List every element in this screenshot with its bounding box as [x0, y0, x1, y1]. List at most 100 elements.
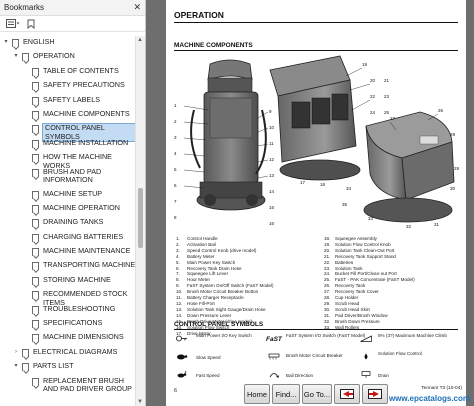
svg-text:28: 28 — [450, 132, 456, 137]
section-title: OPERATION — [174, 10, 224, 20]
svg-text:16: 16 — [269, 221, 275, 226]
bookmark-icon — [32, 154, 39, 163]
bookmark-item[interactable]: MACHINE COMPONENTS — [0, 108, 136, 122]
bookmark-label: MACHINE SETUP — [43, 188, 103, 198]
control-panel-symbols: Main Power I/O Key Switch Slow Speed Fas… — [174, 331, 460, 386]
scrollbar-thumb[interactable] — [138, 188, 143, 248]
svg-text:1: 1 — [174, 103, 177, 108]
bookmark-item[interactable]: CHARGING BATTERIES — [0, 231, 136, 245]
bookmark-item[interactable]: MACHINE OPERATION — [0, 202, 136, 216]
svg-text:12: 12 — [269, 157, 275, 162]
chevron-down-icon[interactable]: ▾ — [2, 38, 10, 46]
bookmark-icon — [32, 334, 39, 343]
bookmark-item[interactable]: BRUSH AND PAD INFORMATION — [0, 166, 136, 188]
bookmark-item[interactable]: DRAINING TANKS — [0, 216, 136, 230]
bookmark-label: STORING MACHINE — [43, 274, 111, 284]
bookmark-icon — [32, 190, 39, 199]
svg-text:29: 29 — [454, 166, 460, 171]
svg-text:27: 27 — [390, 116, 396, 121]
bookmark-label: TRANSPORTING MACHINE — [43, 260, 136, 270]
bookmark-item[interactable]: MACHINE INSTALLATION — [0, 137, 136, 151]
svg-text:13: 13 — [269, 173, 275, 178]
solution-flow-icon — [364, 353, 368, 360]
bookmark-label: CHARGING BATTERIES — [43, 231, 124, 241]
svg-text:11: 11 — [269, 141, 274, 146]
svg-text:19: 19 — [362, 62, 368, 67]
bookmark-item[interactable]: › ELECTRICAL DIAGRAMS — [0, 346, 136, 360]
bookmark-label: PARTS LIST — [33, 361, 74, 371]
previous-page-button[interactable] — [334, 384, 360, 404]
model-footer: Tennant T3 (10-04) — [421, 386, 462, 391]
bookmark-item[interactable]: ▾ ENGLISH — [0, 36, 136, 50]
symbol-label: 5% (3?) Maximum Machine Climb — [378, 333, 447, 338]
chevron-down-icon[interactable]: ▾ — [12, 362, 20, 370]
symbol-label: FaST System I/O Switch (FaST Model) — [286, 333, 366, 338]
bail-direction-icon — [269, 373, 280, 378]
svg-text:8: 8 — [174, 215, 177, 220]
bookmark-item[interactable]: ▾ PARTS LIST — [0, 360, 136, 374]
svg-text:4: 4 — [174, 151, 177, 156]
bookmark-icon — [32, 139, 39, 148]
svg-text:9: 9 — [269, 109, 272, 114]
symbol-label: Bail Direction — [286, 373, 314, 378]
svg-text:18: 18 — [320, 182, 326, 187]
bookmark-item[interactable]: REPLACEMENT BRUSH AND PAD DRIVER GROUP — [0, 375, 136, 397]
svg-text:35: 35 — [342, 202, 348, 207]
close-icon[interactable]: ✕ — [133, 2, 141, 13]
bookmark-item[interactable]: MACHINE DIMENSIONS — [0, 331, 136, 345]
bookmark-label: BRUSH AND PAD INFORMATION — [43, 166, 102, 185]
bookmark-item[interactable]: STORING MACHINE — [0, 274, 136, 288]
bookmark-icon — [22, 53, 29, 62]
svg-text:33: 33 — [368, 216, 374, 221]
chevron-right-icon[interactable]: › — [12, 348, 20, 356]
bookmark-icon — [32, 276, 39, 285]
scroll-up-icon[interactable]: ▲ — [137, 37, 143, 43]
bookmark-item[interactable]: MACHINE SETUP — [0, 188, 136, 202]
document-viewport[interactable]: OPERATION MACHINE COMPONENTS 1 2 3 4 5 6… — [146, 0, 474, 406]
machine-rear-view — [190, 59, 267, 211]
bookmark-icon — [22, 348, 29, 357]
bookmark-label: SAFETY LABELS — [43, 94, 100, 104]
svg-text:31: 31 — [434, 222, 440, 227]
options-menu-icon[interactable] — [6, 19, 20, 28]
bookmark-item[interactable]: RECOMMENDED STOCK ITEMS — [0, 288, 136, 307]
bookmark-icon — [32, 233, 39, 242]
bookmark-icon — [32, 168, 39, 177]
bookmark-icon — [32, 320, 39, 329]
find-button[interactable]: Find... — [272, 384, 300, 404]
scroll-down-icon[interactable]: ▼ — [137, 399, 143, 405]
bookmark-item[interactable]: SPECIFICATIONS — [0, 317, 136, 331]
svg-text:20: 20 — [370, 78, 376, 83]
bookmark-icon — [32, 125, 39, 134]
bookmark-label: SAFETY PRECAUTIONS — [43, 80, 125, 90]
next-page-button[interactable] — [362, 384, 388, 404]
bookmark-item[interactable]: ▾ OPERATION — [0, 50, 136, 64]
bookmark-item[interactable]: MACHINE MAINTENANCE — [0, 245, 136, 259]
svg-text:34: 34 — [346, 186, 352, 191]
svg-text:14: 14 — [269, 189, 275, 194]
bookmark-item[interactable]: SAFETY PRECAUTIONS — [0, 79, 136, 93]
svg-text:15: 15 — [269, 205, 275, 210]
home-button[interactable]: Home — [244, 384, 270, 404]
bookmark-item[interactable]: HOW THE MACHINE WORKS — [0, 151, 136, 169]
svg-text:3: 3 — [174, 135, 177, 140]
bookmark-item[interactable]: CONTROL PANEL SYMBOLS — [0, 122, 136, 143]
bookmark-icon — [22, 363, 29, 372]
bookmark-item[interactable]: SAFETY LABELS — [0, 94, 136, 108]
symbol-label: Main Power I/O Key Switch — [196, 333, 252, 338]
bookmarks-scrollbar[interactable]: ▲ ▼ — [135, 36, 145, 406]
bookmark-label: TROUBLESHOOTING — [43, 303, 116, 313]
symbol-label: Drain — [378, 373, 389, 378]
bookmarks-tree: ▾ ENGLISH ▾ OPERATION TABLE OF CONTENTS SAFET… — [0, 36, 136, 406]
bookmark-label: TABLE OF CONTENTS — [43, 65, 119, 75]
chevron-down-icon[interactable]: ▾ — [12, 52, 20, 60]
symbol-label: Brush Motor Circuit Breaker — [286, 353, 343, 358]
bookmark-icon — [12, 39, 19, 47]
symbol-label: Slow Speed — [196, 355, 221, 360]
bookmark-item[interactable]: TRANSPORTING MACHINE — [0, 259, 136, 273]
bookmark-label: MACHINE MAINTENANCE — [43, 246, 131, 256]
bookmark-new-icon[interactable] — [26, 19, 36, 29]
goto-button[interactable]: Go To... — [302, 384, 332, 404]
bookmark-item[interactable]: TABLE OF CONTENTS — [0, 65, 136, 79]
svg-text:32: 32 — [406, 224, 412, 229]
